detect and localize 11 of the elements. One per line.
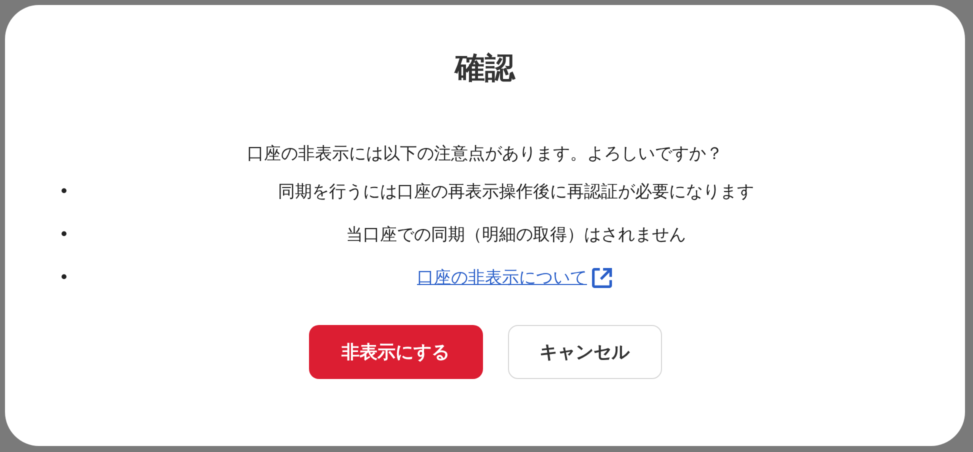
- hide-button[interactable]: 非表示にする: [308, 325, 482, 379]
- dialog-title: 確認: [455, 50, 515, 88]
- bullet: •: [58, 224, 70, 247]
- help-link[interactable]: 口座の非表示について: [417, 265, 587, 291]
- bullet: •: [58, 267, 70, 290]
- message-text: 口座の非表示には以下の注意点があります。よろしいですか？: [247, 143, 723, 166]
- note-text: 同期を行うには口座の再表示操作後に再認証が必要になります: [278, 181, 754, 204]
- cancel-button[interactable]: キャンセル: [508, 325, 662, 379]
- note-text: 当口座での同期（明細の取得）はされません: [346, 224, 686, 247]
- bullet: •: [58, 181, 70, 204]
- external-link-icon[interactable]: [589, 265, 615, 291]
